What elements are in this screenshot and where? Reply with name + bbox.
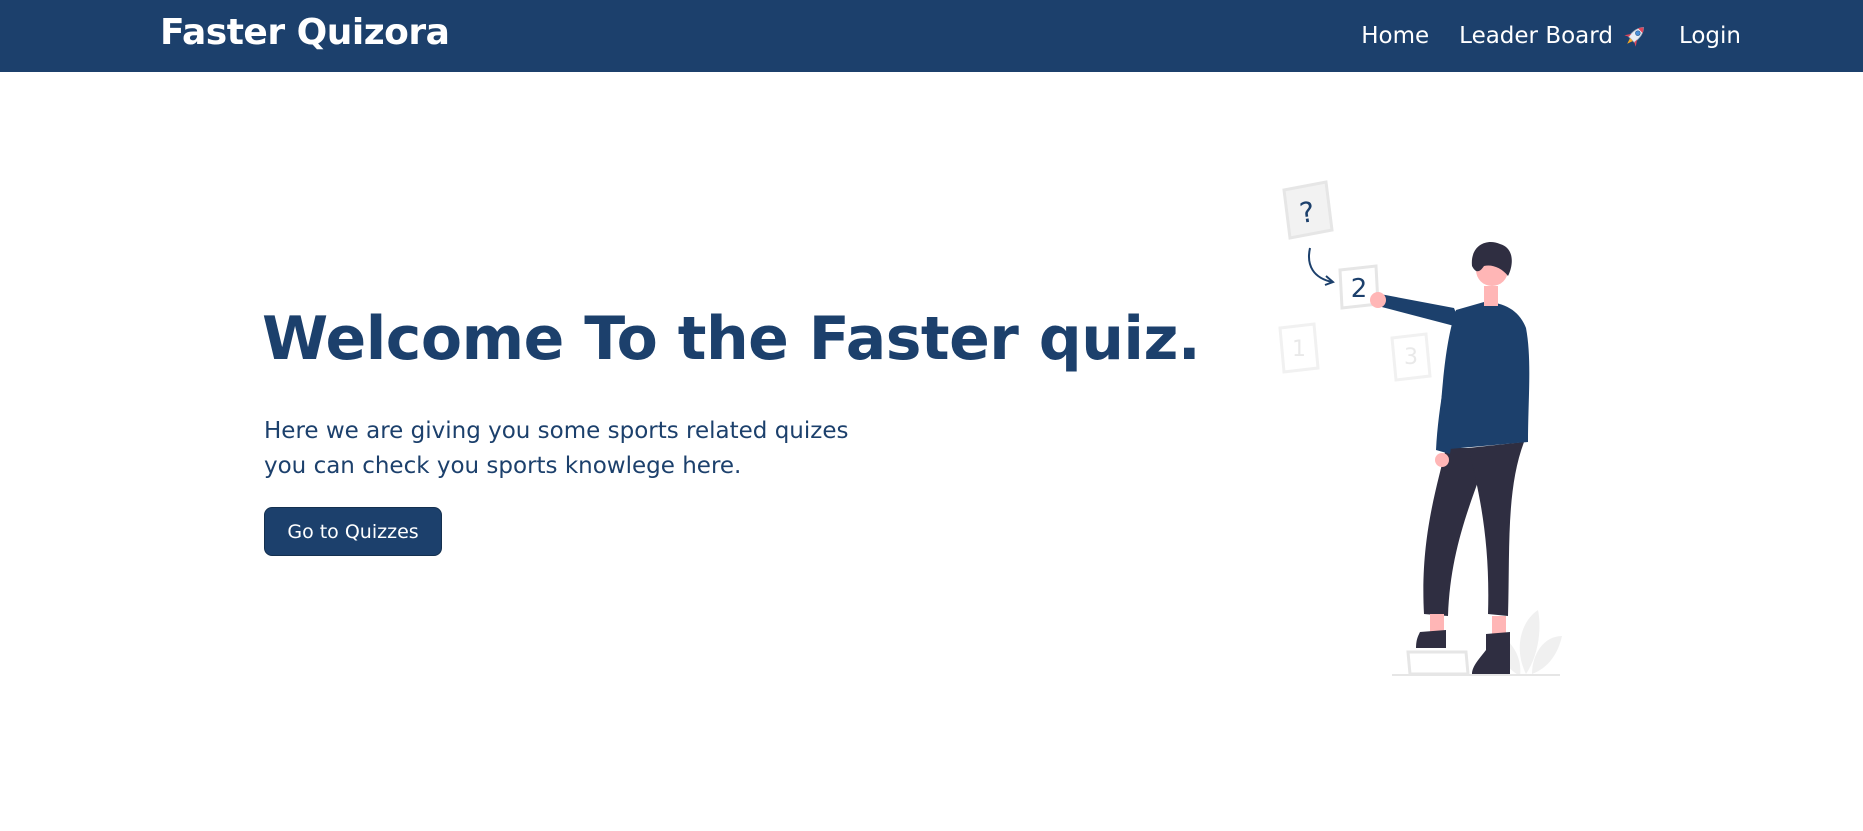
quiz-person-illustration: ? 2 1 3 xyxy=(1278,180,1562,676)
question-card-4-label: 3 xyxy=(1404,345,1418,370)
navbar: Faster Quizora Home Leader Board Login xyxy=(0,0,1863,72)
hero-title: Welcome To the Faster quiz. xyxy=(262,304,1201,374)
question-card-1: ? xyxy=(1282,180,1334,240)
hero-subtitle: Here we are giving you some sports relat… xyxy=(264,414,904,484)
brand-logo[interactable]: Faster Quizora xyxy=(160,12,450,53)
nav-link-leader-board-label: Leader Board xyxy=(1459,23,1613,49)
question-card-2-label: 2 xyxy=(1351,274,1368,304)
hero-subtitle-line-1: Here we are giving you some sports relat… xyxy=(264,418,849,444)
question-card-3-label: 1 xyxy=(1292,337,1306,362)
box-step xyxy=(1406,650,1470,676)
nav-links: Home Leader Board Login xyxy=(1361,0,1741,72)
nav-link-leader-board[interactable]: Leader Board xyxy=(1459,22,1649,50)
question-card-4: 3 xyxy=(1390,332,1432,382)
nav-link-home-label: Home xyxy=(1361,23,1430,49)
nav-link-login[interactable]: Login xyxy=(1679,23,1741,49)
rocket-icon xyxy=(1624,27,1644,47)
go-to-quizzes-button[interactable]: Go to Quizzes xyxy=(264,507,442,556)
question-card-3: 1 xyxy=(1278,322,1320,374)
nav-link-home[interactable]: Home xyxy=(1361,23,1429,49)
nav-link-login-label: Login xyxy=(1678,23,1741,49)
person-figure xyxy=(1370,242,1530,674)
hero-subtitle-line-2: you can check you sports knowlege here. xyxy=(264,453,742,479)
